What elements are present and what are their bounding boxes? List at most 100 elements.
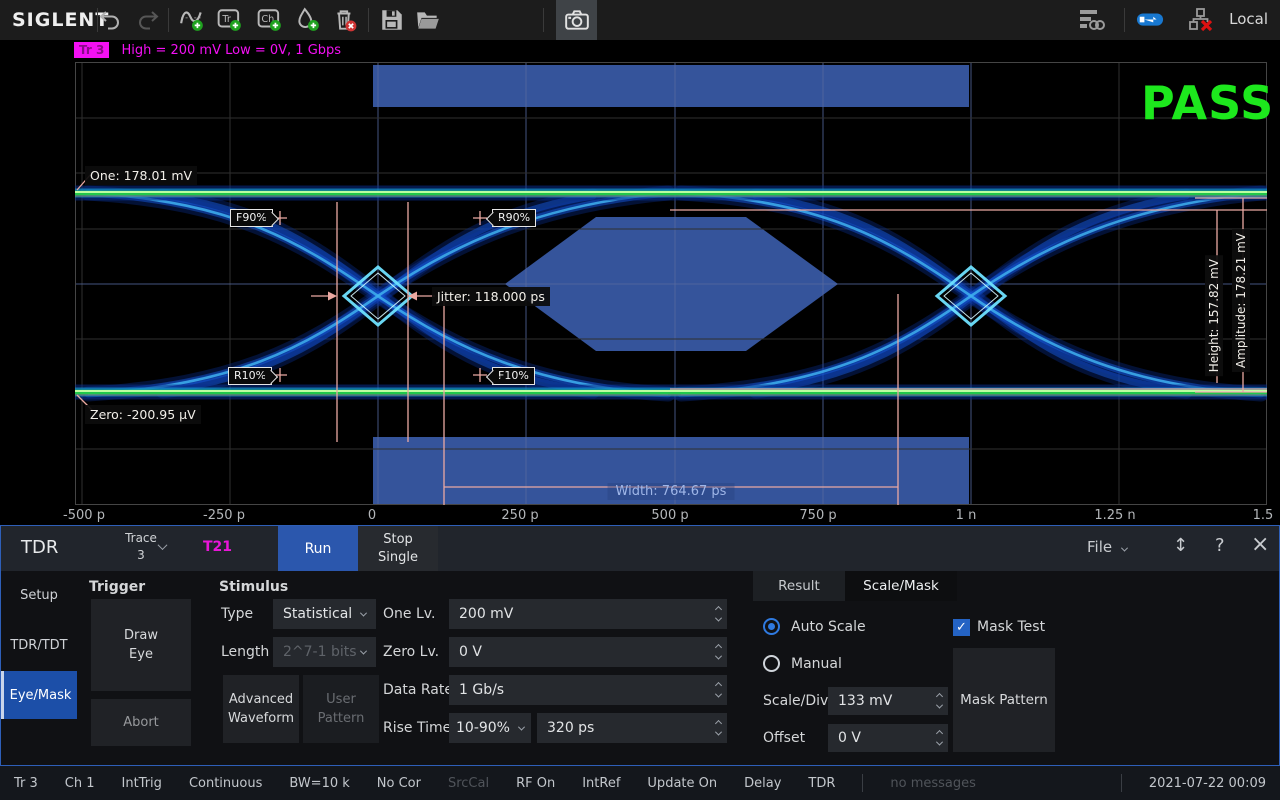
r10-tag: R10% [228,367,272,385]
scale-div-input[interactable]: 133 mV [828,687,948,715]
usb-icon[interactable] [1136,7,1164,33]
eye-diagram-plot-area[interactable]: PASS One: 178.01 mV Zero: -200.95 µV Jit… [75,62,1267,505]
chevron-down-icon [1121,545,1128,552]
draw-eye-button[interactable]: Draw Eye [91,599,191,691]
add-channel-icon[interactable]: Ch [256,7,284,33]
status-rf: RF On [516,776,555,791]
status-update: Update On [647,776,717,791]
offset-input[interactable]: 0 V [828,724,948,752]
data-rate-input[interactable]: 1 Gb/s [449,675,727,705]
length-label: Length [221,644,269,660]
height-readout: Height: 157.82 mV [1205,255,1223,376]
f90-tag: F90% [230,209,273,227]
file-menu[interactable]: File [1087,538,1127,556]
sidebar-item-eye-mask[interactable]: Eye/Mask [1,671,77,719]
status-bar: Tr 3 Ch 1 IntTrig Continuous BW=10 k No … [0,766,1280,800]
length-select: 2^7-1 bits [273,637,376,667]
f10-tag: F10% [492,367,535,385]
one-level-input[interactable]: 200 mV [449,599,727,629]
tab-result[interactable]: Result [753,571,845,601]
y-axis-labels: 300.0 m 250.0 m 200.0 m 150.0 m 100.0 m … [0,62,66,505]
spin-arrows[interactable] [716,637,721,667]
local-remote-label[interactable]: Local [1229,10,1268,28]
redo-icon [134,7,162,33]
top-toolbar: SIGLENT Tr Ch [0,0,1280,40]
delete-trash-icon[interactable] [331,7,359,33]
screenshot-camera-button[interactable] [556,0,597,40]
undo-icon[interactable] [96,7,124,33]
save-icon[interactable] [378,7,406,33]
trace-selector[interactable]: Trace 3 [99,530,183,568]
spin-arrows[interactable] [937,687,942,715]
lan-disconnected-icon[interactable] [1188,7,1216,33]
resize-panel-icon[interactable]: ↕ [1173,535,1188,556]
x-tick: -250 p [203,508,245,523]
status-separator [1121,774,1122,792]
chevron-down-icon [360,609,367,616]
status-datetime: 2021-07-22 00:09 [1149,776,1266,791]
spin-arrows[interactable] [716,713,721,743]
rise-time-input[interactable]: 320 ps [537,713,727,743]
one-level-band [75,192,1267,196]
one-level-label: One Lv. [383,606,435,622]
trace-badge[interactable]: Tr 3 [74,42,109,58]
panel-header: TDR Trace 3 T21 Run Stop Single File ↕ ?… [1,526,1279,571]
spin-arrows[interactable] [716,599,721,629]
x-tick: 750 p [799,508,836,523]
advanced-waveform-button[interactable]: Advanced Waveform [223,675,299,743]
x-tick: 1.25 n [1094,508,1135,523]
auto-scale-label[interactable]: Auto Scale [791,619,866,635]
toolbar-separator [1124,8,1125,32]
data-rate-label: Data Rate [383,682,453,698]
tab-scale-mask[interactable]: Scale/Mask [845,571,957,601]
status-correction: No Cor [377,776,421,791]
spin-arrows[interactable] [937,724,942,752]
stop-single-button[interactable]: Stop Single [358,526,438,571]
type-label: Type [221,606,253,622]
mask-test-checkbox[interactable]: ✓ [953,619,970,636]
x-tick: 1 n [956,508,977,523]
mask-pattern-button[interactable]: Mask Pattern [953,648,1055,752]
user-pattern-button: User Pattern [303,675,379,743]
remote-control-icon[interactable] [1078,7,1106,33]
close-icon[interactable]: × [1251,532,1269,557]
trace-selector-value: 3 [137,548,145,562]
amplitude-readout: Amplitude: 178.21 mV [1232,229,1250,372]
status-bandwidth: BW=10 k [289,776,349,791]
type-select[interactable]: Statistical [273,599,376,629]
one-level-readout: One: 178.01 mV [85,166,197,185]
chevron-down-icon [518,723,525,730]
trace-summary: High = 200 mV Low = 0V, 1 Gbps [121,43,341,58]
auto-scale-radio[interactable] [763,618,780,635]
mask-test-pass-indicator: PASS [1141,76,1274,130]
add-marker-icon[interactable] [294,7,322,33]
abort-button[interactable]: Abort [91,699,191,746]
manual-radio[interactable] [763,655,780,672]
zero-level-input[interactable]: 0 V [449,637,727,667]
toolbar-separator [368,8,369,32]
toolbar-separator [168,8,169,32]
toolbar-separator [543,8,544,32]
open-folder-icon[interactable] [414,7,442,33]
rise-time-ref-select[interactable]: 10-90% [449,713,531,743]
tdr-dialog-panel: TDR Trace 3 T21 Run Stop Single File ↕ ?… [0,525,1280,766]
jitter-readout: Jitter: 118.000 ps [432,287,550,306]
add-trace-icon[interactable]: Tr [216,7,244,33]
status-message: no messages [890,776,976,791]
trigger-group-label: Trigger [89,579,145,595]
eye-diagram-canvas [75,62,1267,505]
sidebar-item-tdr-tdt[interactable]: TDR/TDT [1,621,77,669]
status-separator [862,774,863,792]
mask-test-label[interactable]: Mask Test [977,619,1045,635]
siglent-logo: SIGLENT [12,9,109,31]
spin-arrows[interactable] [716,675,721,705]
manual-label[interactable]: Manual [791,656,842,672]
run-button[interactable]: Run [278,526,358,571]
sidebar-item-setup[interactable]: Setup [1,571,77,619]
add-waveform-icon[interactable] [178,7,206,33]
help-icon[interactable]: ? [1215,535,1225,556]
x-tick: 0 [368,508,376,523]
active-trace-name[interactable]: T21 [203,539,232,555]
trace-selector-label: Trace [125,531,157,545]
mask-regions [373,65,969,505]
